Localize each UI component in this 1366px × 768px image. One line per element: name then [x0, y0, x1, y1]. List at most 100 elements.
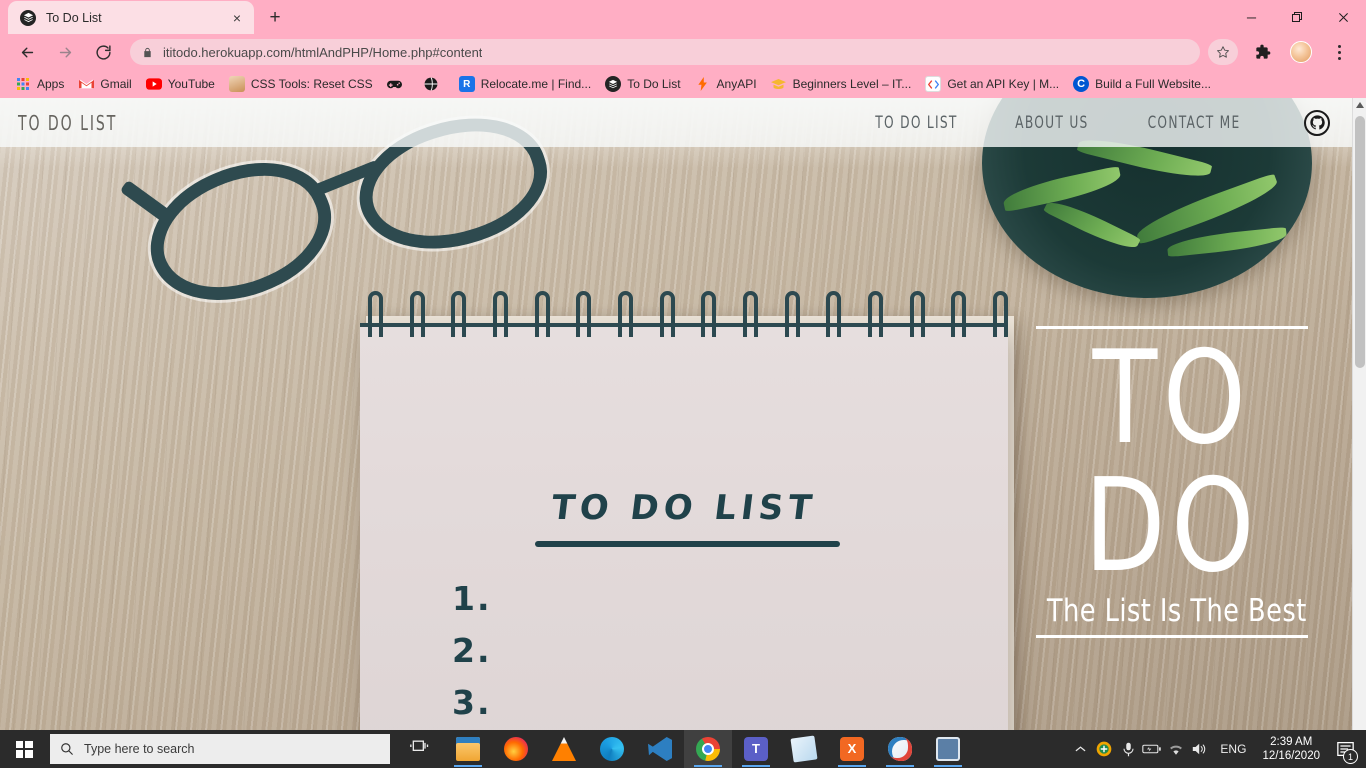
- globe-icon: [423, 76, 439, 92]
- bookmark-css-tools[interactable]: CSS Tools: Reset CSS: [222, 73, 380, 95]
- taskbar-app-firefox[interactable]: [492, 730, 540, 768]
- microsoft-teams-icon: T: [744, 737, 768, 761]
- reload-button[interactable]: [89, 38, 117, 66]
- hero-subheadline: The List Is The Best: [1046, 593, 1307, 629]
- bookmark-label: Relocate.me | Find...: [480, 77, 592, 91]
- hero-headline-block: TO DO The List Is The Best: [1036, 326, 1308, 638]
- graduation-icon: [771, 76, 787, 92]
- bookmark-beginners-level[interactable]: Beginners Level – IT...: [764, 73, 919, 95]
- kebab-menu-icon: [1328, 44, 1350, 60]
- address-bar[interactable]: ititodo.herokuapp.com/htmlAndPHP/Home.ph…: [130, 39, 1200, 65]
- browser-toolbar: ititodo.herokuapp.com/htmlAndPHP/Home.ph…: [0, 34, 1366, 70]
- language-indicator[interactable]: ENG: [1212, 742, 1254, 756]
- notepad-title-underline: [535, 541, 840, 547]
- bolt-icon: [695, 76, 711, 92]
- maximize-restore-button[interactable]: [1274, 0, 1320, 34]
- meyerweb-icon: [228, 76, 245, 92]
- github-icon[interactable]: [1304, 109, 1330, 136]
- taskbar-app-microsoft-teams[interactable]: T: [732, 730, 780, 768]
- headline-bottom-rule: [1036, 635, 1308, 638]
- task-view-button[interactable]: [396, 730, 444, 768]
- gmail-icon: [78, 76, 94, 92]
- bookmark-label: Beginners Level – IT...: [792, 77, 912, 91]
- notepad-items: 1. 2. 3.: [452, 573, 492, 729]
- page-viewport: TO DO LIST 1. 2. 3. TO DO The List Is Th…: [0, 98, 1366, 730]
- hero-headline: TO DO: [1083, 324, 1261, 601]
- new-tab-button[interactable]: +: [260, 2, 290, 32]
- taskbar-search-box[interactable]: Type here to search: [50, 734, 390, 764]
- taskbar-app-calculator[interactable]: [924, 730, 972, 768]
- taskbar-app-vlc[interactable]: [540, 730, 588, 768]
- task-view-icon: [410, 738, 430, 761]
- close-window-button[interactable]: [1320, 0, 1366, 34]
- bookmark-gmail[interactable]: Gmail: [71, 73, 138, 95]
- start-button[interactable]: [0, 730, 48, 768]
- coursera-icon: C: [1073, 76, 1090, 92]
- back-button[interactable]: [13, 38, 41, 66]
- windows-logo-icon: [15, 740, 33, 758]
- tab-title: To Do List: [46, 10, 102, 25]
- scrollbar-thumb[interactable]: [1355, 116, 1365, 368]
- bookmark-to-do-list[interactable]: To Do List: [598, 73, 687, 95]
- close-tab-button[interactable]: ×: [228, 9, 246, 27]
- bookmark-game[interactable]: [380, 73, 416, 95]
- hero-section: TO DO LIST 1. 2. 3. TO DO The List Is Th…: [0, 98, 1352, 730]
- action-center-button[interactable]: 1: [1328, 730, 1362, 768]
- nav-item-about-us[interactable]: ABOUT US: [1015, 113, 1088, 133]
- vlc-icon: [552, 737, 576, 761]
- volume-icon[interactable]: [1188, 730, 1212, 768]
- security-shield-icon[interactable]: [1092, 730, 1116, 768]
- bookmark-label: CSS Tools: Reset CSS: [250, 77, 373, 91]
- bookmark-anyapi[interactable]: AnyAPI: [688, 73, 764, 95]
- bookmark-star-button[interactable]: [1208, 39, 1238, 65]
- notepad-item: 2.: [452, 631, 492, 670]
- taskbar-app-paint[interactable]: [876, 730, 924, 768]
- site-brand[interactable]: TO DO LIST: [18, 111, 117, 135]
- visual-studio-code-icon: [648, 737, 672, 761]
- browser-tab[interactable]: To Do List ×: [8, 1, 254, 34]
- windows-taskbar: Type here to search T X ENG 2:39 AM 12/1…: [0, 730, 1366, 768]
- relocateme-icon: R: [458, 76, 475, 92]
- bookmark-apps[interactable]: Apps: [8, 73, 71, 95]
- notepad-title: TO DO LIST: [549, 488, 819, 528]
- scrollbar-up-arrow[interactable]: [1353, 98, 1366, 112]
- bookmark-get-api-key[interactable]: Get an API Key | M...: [918, 73, 1066, 95]
- notepad-item: 3.: [452, 683, 492, 722]
- minimize-button[interactable]: [1228, 0, 1274, 34]
- forward-button[interactable]: [51, 38, 79, 66]
- profile-avatar[interactable]: [1290, 41, 1312, 63]
- bookmark-label: To Do List: [627, 77, 681, 91]
- taskbar-clock[interactable]: 2:39 AM 12/16/2020: [1254, 735, 1328, 763]
- bookmarks-bar: Apps Gmail YouTube CSS Tools: Reset CSS: [0, 70, 1366, 98]
- bookmark-label: YouTube: [167, 77, 215, 91]
- search-placeholder: Type here to search: [84, 742, 195, 756]
- system-tray: ENG 2:39 AM 12/16/2020 1: [1068, 730, 1366, 768]
- clock-time: 2:39 AM: [1270, 736, 1313, 748]
- taskbar-app-google-chrome[interactable]: [684, 730, 732, 768]
- bookmark-label: Gmail: [100, 77, 132, 91]
- bookmark-youtube[interactable]: YouTube: [139, 73, 222, 95]
- bookmark-globe[interactable]: [416, 73, 452, 95]
- bookmark-relocate-me[interactable]: R Relocate.me | Find...: [452, 73, 599, 95]
- taskbar-app-file-explorer[interactable]: [444, 730, 492, 768]
- wifi-icon[interactable]: [1164, 730, 1188, 768]
- taskbar-app-microsoft-edge[interactable]: [588, 730, 636, 768]
- show-hidden-icons-button[interactable]: [1068, 730, 1092, 768]
- bookmark-build-full-website[interactable]: C Build a Full Website...: [1066, 73, 1218, 95]
- taskbar-app-visual-studio-code[interactable]: [636, 730, 684, 768]
- bookmark-label: Build a Full Website...: [1095, 77, 1211, 91]
- firefox-icon: [504, 737, 528, 761]
- taskbar-app-xampp[interactable]: X: [828, 730, 876, 768]
- nav-item-contact-me[interactable]: CONTACT ME: [1148, 113, 1241, 133]
- chrome-menu-button[interactable]: [1325, 38, 1353, 66]
- extensions-puzzle-icon[interactable]: [1249, 38, 1277, 66]
- window-controls: [1228, 0, 1366, 34]
- taskbar-app-sticky-notes[interactable]: [780, 730, 828, 768]
- battery-charging-icon[interactable]: [1140, 730, 1164, 768]
- google-chrome-icon: [696, 737, 720, 761]
- nav-item-to-do-list[interactable]: TO DO LIST: [875, 113, 957, 133]
- microphone-icon[interactable]: [1116, 730, 1140, 768]
- page-scrollbar[interactable]: [1352, 98, 1366, 730]
- chrome-browser-window: To Do List × + ititodo.herokuapp.com/htm…: [0, 0, 1366, 730]
- lock-icon: [142, 46, 153, 59]
